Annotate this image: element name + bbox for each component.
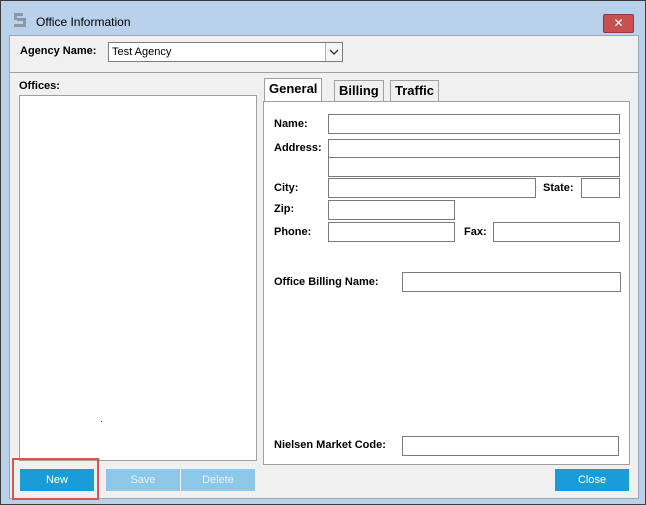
nielsen-market-code-input[interactable] (402, 436, 619, 456)
close-button[interactable]: Close (555, 469, 629, 491)
close-button-label: Close (577, 474, 607, 486)
city-label: City: (274, 182, 299, 194)
agency-name-dropdown[interactable]: Test Agency (108, 42, 343, 62)
new-button-highlight (12, 458, 99, 500)
city-input[interactable] (328, 178, 536, 198)
title-bar: Office Information ✕ (2, 2, 644, 34)
tab-billing-label: Billing (339, 83, 379, 98)
offices-label: Offices: (19, 80, 60, 92)
address-line2-input[interactable] (328, 157, 620, 177)
save-button-label: Save (130, 474, 156, 486)
fax-label: Fax: (464, 226, 487, 238)
office-information-window: Office Information ✕ Agency Name: Test A… (0, 0, 646, 505)
address-label: Address: (274, 142, 322, 154)
tab-general[interactable]: General (264, 78, 323, 101)
window-title: Office Information (36, 15, 131, 29)
fax-input[interactable] (493, 222, 620, 242)
list-artifact-dot (101, 421, 102, 422)
address-line1-input[interactable] (328, 139, 620, 159)
phone-label: Phone: (274, 226, 312, 238)
zip-label: Zip: (274, 203, 295, 215)
general-tab-panel: Name: Address: City: State: Zip: Phone: … (263, 101, 630, 465)
name-input[interactable] (328, 114, 620, 134)
app-logo-icon (14, 13, 26, 27)
agency-row: Agency Name: Test Agency (10, 36, 638, 73)
state-label: State: (543, 182, 574, 194)
phone-input[interactable] (328, 222, 455, 242)
tab-billing[interactable]: Billing (334, 80, 384, 101)
nielsen-market-code-label: Nielsen Market Code: (274, 439, 386, 451)
delete-button[interactable]: Delete (181, 469, 255, 491)
name-label: Name: (274, 118, 308, 130)
agency-name-value: Test Agency (112, 46, 172, 58)
dropdown-arrow-button[interactable] (325, 43, 342, 61)
office-billing-name-input[interactable] (402, 272, 621, 292)
offices-list[interactable] (19, 95, 257, 461)
delete-button-label: Delete (202, 474, 234, 486)
tab-traffic[interactable]: Traffic (390, 80, 440, 101)
save-button[interactable]: Save (106, 469, 180, 491)
dialog-content: Agency Name: Test Agency Offices: Genera… (9, 35, 639, 500)
tab-traffic-label: Traffic (395, 83, 435, 98)
window-close-button[interactable]: ✕ (603, 14, 634, 33)
agency-name-label: Agency Name: (20, 45, 97, 57)
chevron-down-icon (329, 49, 339, 55)
zip-input[interactable] (328, 200, 455, 220)
tab-general-label: General (269, 81, 318, 96)
close-icon: ✕ (613, 16, 624, 30)
state-input[interactable] (581, 178, 620, 198)
office-billing-name-label: Office Billing Name: (274, 276, 379, 288)
